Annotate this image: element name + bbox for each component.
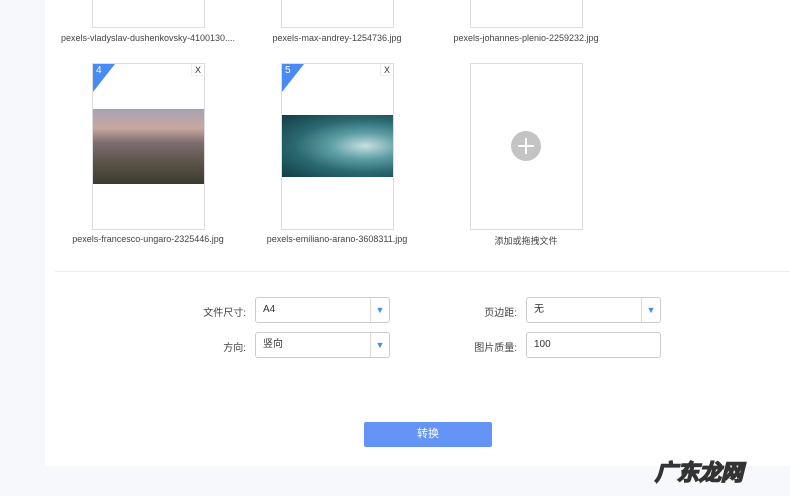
order-number: 5 (285, 65, 291, 76)
plus-icon (511, 131, 541, 161)
margin-select[interactable]: 无 ▼ (526, 297, 661, 323)
convert-button[interactable]: 转换 (364, 422, 492, 447)
size-value: A4 (263, 304, 276, 315)
orientation-label: 方向: (223, 343, 246, 354)
quality-input[interactable]: 100 (526, 332, 661, 358)
orientation-select[interactable]: 竖向 ▼ (255, 332, 390, 358)
file-name: pexels-vladyslav-dushenkovsky-4100130...… (60, 33, 236, 43)
add-file-label: 添加或拖拽文件 (494, 236, 558, 246)
watermark-logo: 广东龙网 (654, 459, 744, 486)
image-thumbnail (93, 109, 204, 184)
file-name: pexels-johannes-plenio-2259232.jpg (453, 33, 599, 43)
file-name: pexels-max-andrey-1254736.jpg (272, 33, 402, 43)
add-file-button[interactable] (470, 63, 583, 230)
file-card[interactable]: 5 X (281, 63, 394, 230)
file-name: pexels-emiliano-arano-3608311.jpg (266, 234, 408, 244)
file-card[interactable] (470, 0, 583, 28)
divider (55, 271, 790, 272)
orientation-value: 竖向 (263, 339, 283, 350)
remove-file-button[interactable]: X (380, 64, 393, 76)
remove-file-button[interactable]: X (191, 64, 204, 76)
quality-label: 图片质量: (474, 343, 517, 354)
chevron-down-icon[interactable]: ▼ (641, 298, 660, 322)
image-thumbnail (282, 115, 393, 177)
size-select[interactable]: A4 ▼ (255, 297, 390, 323)
size-label: 文件尺寸: (203, 308, 246, 319)
file-name: pexels-francesco-ungaro-2325446.jpg (72, 234, 224, 244)
file-card[interactable] (92, 0, 205, 28)
margin-value: 无 (534, 304, 544, 315)
order-number: 4 (96, 65, 102, 76)
file-card[interactable]: 4 X (92, 63, 205, 230)
file-card[interactable] (281, 0, 394, 28)
margin-label: 页边距: (484, 308, 517, 319)
chevron-down-icon[interactable]: ▼ (370, 298, 389, 322)
chevron-down-icon[interactable]: ▼ (370, 333, 389, 357)
